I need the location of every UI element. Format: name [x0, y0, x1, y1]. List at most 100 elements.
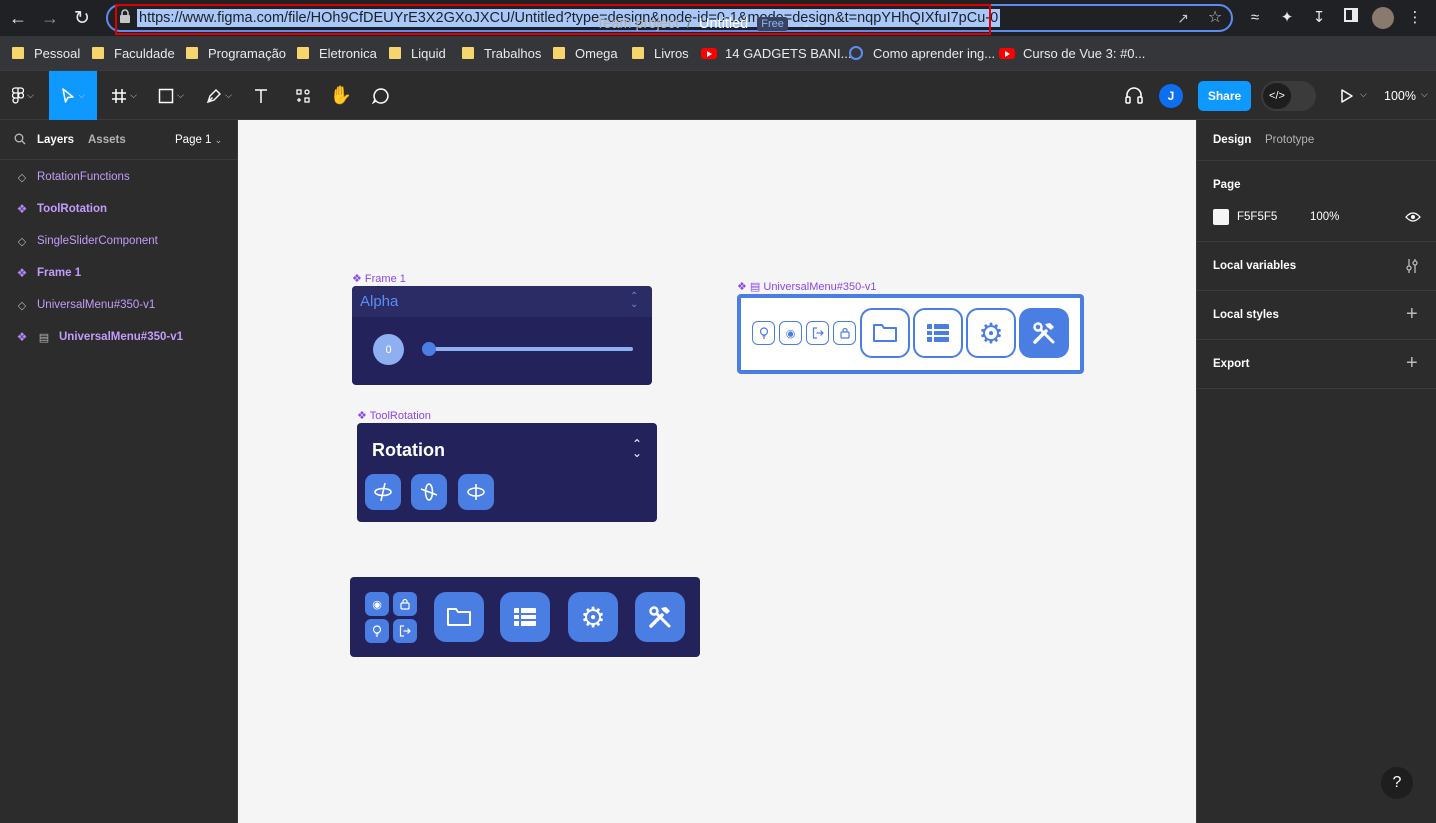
side-panel-icon[interactable]: [1341, 8, 1361, 28]
chevron-down-icon[interactable]: ⌵: [1360, 89, 1367, 100]
expand-chevrons-icon[interactable]: ⌃ ⌄: [632, 438, 642, 459]
tools-button[interactable]: [1019, 308, 1069, 358]
exit-button[interactable]: [806, 321, 829, 345]
layer-row[interactable]: ❖ ToolRotation: [0, 193, 237, 225]
tools-button[interactable]: [635, 592, 685, 642]
page-color-value[interactable]: F5F5F5: [1237, 211, 1277, 223]
bookmark-item[interactable]: Liquid: [389, 45, 446, 61]
idea-button[interactable]: [365, 619, 389, 643]
file-name[interactable]: Untitled: [699, 16, 748, 32]
variables-settings-icon[interactable]: [1405, 258, 1419, 279]
tab-layers[interactable]: Layers: [37, 134, 74, 146]
figma-main-menu[interactable]: ⌵: [0, 71, 46, 120]
lock-button[interactable]: [393, 592, 417, 616]
hand-tool[interactable]: ✋: [326, 71, 356, 120]
gear-icon: ⚙: [580, 601, 606, 633]
profile-avatar[interactable]: [1372, 7, 1394, 29]
headphones-icon[interactable]: [1124, 86, 1144, 109]
page-selector[interactable]: Page 1 ⌄: [175, 134, 222, 146]
comment-tool[interactable]: [366, 71, 396, 120]
visibility-button[interactable]: ◉: [365, 592, 389, 616]
back-icon[interactable]: ←: [4, 4, 32, 32]
frame-tool[interactable]: ⌵: [104, 71, 144, 120]
list-button[interactable]: [500, 592, 550, 642]
share-button[interactable]: Share: [1198, 81, 1251, 111]
bookmark-item[interactable]: Faculdade: [92, 45, 175, 61]
user-avatar[interactable]: J: [1159, 84, 1183, 108]
chevron-down-icon: ⌵: [27, 90, 34, 100]
zoom-level[interactable]: 100%: [1384, 89, 1416, 103]
component-icon: ❖: [16, 202, 28, 216]
extensions-puzzle-icon[interactable]: ✦: [1277, 8, 1297, 28]
page-opacity-value[interactable]: 100%: [1310, 211, 1339, 223]
frame-label[interactable]: ❖ ▤ UniversalMenu#350-v1: [737, 280, 877, 293]
settings-button[interactable]: ⚙: [568, 592, 618, 642]
bookmark-item[interactable]: Trabalhos: [462, 45, 541, 61]
code-icon: </>: [1263, 83, 1291, 109]
rotate-x-button[interactable]: [365, 474, 401, 510]
eye-icon: ◉: [785, 327, 796, 340]
layer-row[interactable]: ❖ Frame 1: [0, 257, 237, 289]
tab-prototype[interactable]: Prototype: [1265, 134, 1314, 146]
slider-thumb[interactable]: [422, 342, 436, 356]
frame-label[interactable]: ❖ ToolRotation: [357, 409, 431, 422]
youtube-icon: [701, 47, 717, 59]
pen-icon: [206, 88, 222, 103]
text-tool[interactable]: [246, 71, 276, 120]
bookmark-item[interactable]: Eletronica: [297, 45, 377, 61]
resources-tool[interactable]: [288, 71, 318, 120]
tab-assets[interactable]: Assets: [88, 134, 126, 146]
lock-icon: [400, 598, 410, 610]
slider-track[interactable]: [428, 347, 633, 351]
help-button[interactable]: ?: [1381, 767, 1413, 799]
folder-button[interactable]: [434, 592, 484, 642]
browser-menu-icon[interactable]: ⋮: [1405, 8, 1425, 28]
project-name[interactable]: Team project: [596, 16, 679, 32]
bookmark-star-icon[interactable]: ☆: [1206, 9, 1224, 27]
chevron-down-icon[interactable]: ⌵: [1421, 89, 1428, 100]
bookmark-item[interactable]: Como aprender ing...: [849, 45, 995, 61]
rotate-z-icon: [467, 484, 485, 500]
layer-row[interactable]: ◇ RotationFunctions: [0, 161, 237, 193]
component-outline-icon: ◇: [17, 235, 27, 248]
chevron-down-icon: ⌵: [78, 90, 85, 100]
layer-row[interactable]: ❖ ▤ UniversalMenu#350-v1: [0, 321, 237, 353]
tab-design[interactable]: Design: [1213, 134, 1251, 146]
settings-button[interactable]: ⚙: [966, 308, 1016, 358]
share-page-icon[interactable]: ↗: [1174, 9, 1192, 27]
eye-icon[interactable]: [1405, 210, 1421, 228]
forward-icon[interactable]: →: [36, 4, 64, 32]
shape-tool[interactable]: ⌵: [150, 71, 192, 120]
rotate-y-button[interactable]: [411, 474, 447, 510]
frame-label[interactable]: ❖ Frame 1: [352, 272, 406, 285]
chevron-down-icon[interactable]: ⌄: [802, 19, 810, 30]
rotate-z-button[interactable]: [458, 474, 494, 510]
bookmark-item[interactable]: Omega: [553, 45, 618, 61]
add-style-plus-icon[interactable]: +: [1406, 304, 1418, 324]
folder-button[interactable]: [860, 308, 910, 358]
visibility-button[interactable]: ◉: [779, 321, 802, 345]
expand-chevrons-icon[interactable]: ⌃ ⌄: [630, 292, 638, 310]
layer-row[interactable]: ◇ UniversalMenu#350-v1: [0, 289, 237, 321]
lock-button[interactable]: [833, 321, 856, 345]
bookmark-item[interactable]: Programação: [186, 45, 286, 61]
add-export-plus-icon[interactable]: +: [1406, 353, 1418, 373]
extension-translate-icon[interactable]: ≈: [1245, 8, 1265, 28]
bookmark-item[interactable]: Pessoal: [12, 45, 80, 61]
present-button[interactable]: [1340, 88, 1354, 109]
bookmark-item[interactable]: Curso de Vue 3: #0...: [999, 45, 1145, 61]
component-outline-icon: ◇: [17, 171, 27, 184]
tool-rotation-component[interactable]: [357, 423, 657, 522]
bookmark-item[interactable]: 14 GADGETS BANI...: [701, 45, 851, 61]
layer-row[interactable]: ◇ SingleSliderComponent: [0, 225, 237, 257]
bookmark-item[interactable]: Livros: [632, 45, 689, 61]
list-button[interactable]: [913, 308, 963, 358]
search-icon[interactable]: [14, 133, 26, 148]
pen-tool[interactable]: ⌵: [198, 71, 240, 120]
page-color-swatch[interactable]: [1213, 209, 1229, 225]
idea-button[interactable]: [752, 321, 775, 345]
exit-button[interactable]: [393, 619, 417, 643]
move-tool[interactable]: ⌵: [49, 71, 97, 120]
download-icon[interactable]: ↧: [1309, 8, 1329, 28]
reload-icon[interactable]: ↻: [68, 4, 96, 32]
